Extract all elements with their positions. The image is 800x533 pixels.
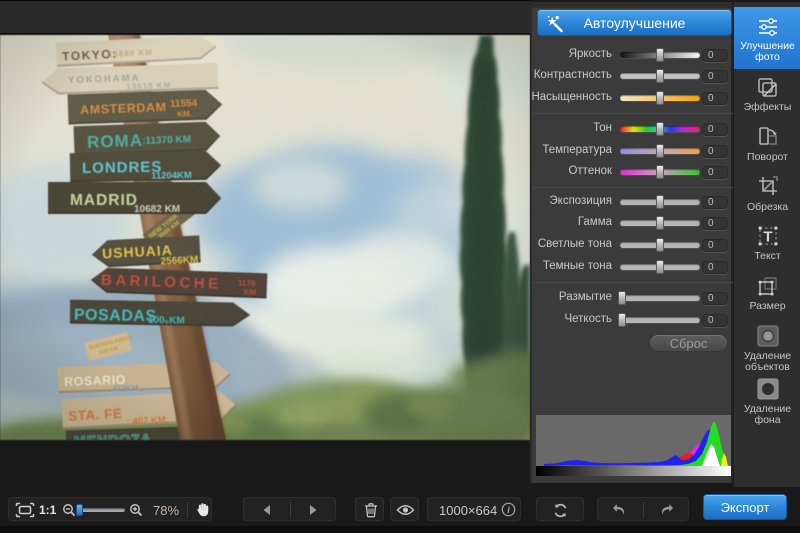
svg-text:i: i xyxy=(507,505,510,515)
svg-text:T: T xyxy=(763,229,772,246)
